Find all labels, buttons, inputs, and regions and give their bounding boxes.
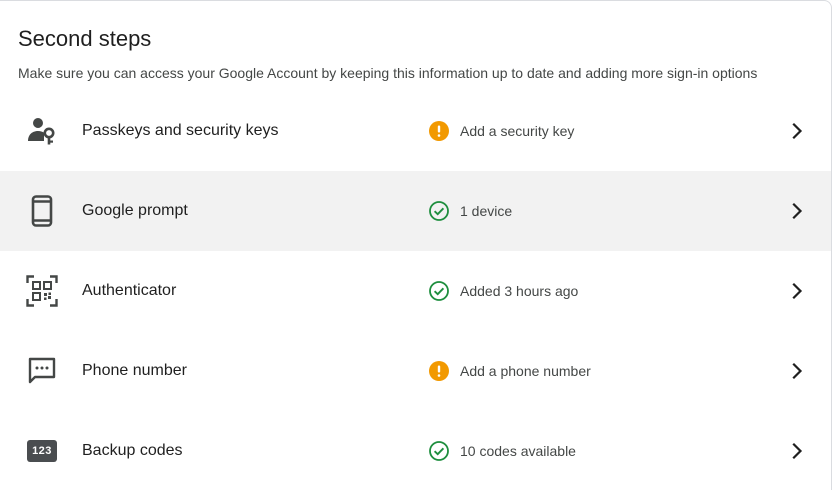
section-subtitle: Make sure you can access your Google Acc… (18, 65, 758, 81)
list-item-label: Google prompt (82, 202, 188, 219)
section-title: Second steps (18, 26, 152, 51)
list-item-label: Authenticator (82, 282, 177, 299)
chevron-right-icon (786, 280, 808, 302)
backup-codes-icon-text: 123 (27, 440, 57, 462)
warning-icon (428, 360, 450, 382)
chevron-right-icon (786, 200, 808, 222)
qr-code-icon (24, 273, 60, 309)
list-item-google-prompt[interactable]: Google prompt 1 device (0, 171, 831, 251)
check-circle-icon (428, 280, 450, 302)
backup-codes-icon: 123 (24, 433, 60, 469)
chevron-right-icon (786, 440, 808, 462)
list-item-label: Phone number (82, 362, 187, 379)
check-circle-icon (428, 440, 450, 462)
list-item-label: Passkeys and security keys (82, 122, 279, 139)
status-text: 1 device (460, 203, 513, 219)
sms-message-icon (24, 353, 60, 389)
status-text: 10 codes available (460, 443, 576, 459)
status: Add a phone number (428, 360, 591, 382)
warning-icon (428, 120, 450, 142)
status: Add a security key (428, 120, 574, 142)
status: 1 device (428, 200, 512, 222)
status-text: Add a security key (460, 123, 575, 139)
second-steps-card: Second steps Make sure you can access yo… (0, 0, 832, 490)
list-item-authenticator[interactable]: Authenticator Added 3 hours ago (0, 251, 831, 331)
list-item-phone-number[interactable]: Phone number Add a phone number (0, 331, 831, 411)
status-text: Added 3 hours ago (460, 283, 579, 299)
list-item-passkeys[interactable]: Passkeys and security keys Add a securit… (0, 91, 831, 171)
chevron-right-icon (786, 360, 808, 382)
phone-device-icon (24, 193, 60, 229)
list-item-backup-codes[interactable]: 123 Backup codes 10 codes available (0, 411, 831, 490)
passkey-icon (24, 113, 60, 149)
status-text: Add a phone number (460, 363, 591, 379)
status: 10 codes available (428, 440, 576, 462)
list-item-label: Backup codes (82, 442, 183, 459)
check-circle-icon (428, 200, 450, 222)
status: Added 3 hours ago (428, 280, 578, 302)
chevron-right-icon (786, 120, 808, 142)
sign-in-options-list: Passkeys and security keys Add a securit… (0, 91, 831, 490)
